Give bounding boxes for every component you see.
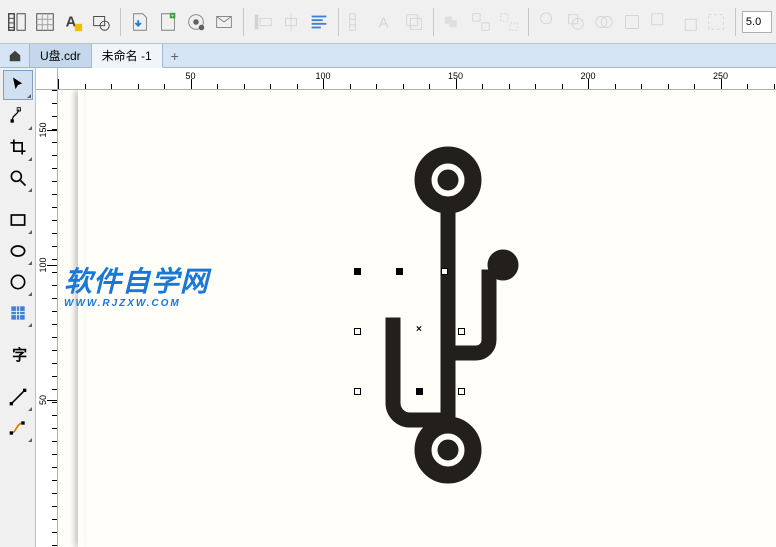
rectangle-tool[interactable] xyxy=(3,205,33,235)
separator xyxy=(433,8,434,36)
separator xyxy=(528,8,529,36)
watermark-logo: 软件自学网 WWW.RJZXW.COM xyxy=(64,260,209,309)
svg-text:+: + xyxy=(171,13,174,19)
svg-text:字: 字 xyxy=(12,346,27,364)
usb-symbol-drawing[interactable] xyxy=(368,140,548,500)
home-icon xyxy=(8,49,22,63)
document-tab-1[interactable]: U盘.cdr xyxy=(30,44,92,67)
selection-handle-ne[interactable] xyxy=(441,268,448,275)
watermark-subtitle: WWW.RJZXW.COM xyxy=(64,298,209,309)
text-tool[interactable]: 字 xyxy=(3,340,33,370)
tab-label: 未命名 -1 xyxy=(102,47,152,64)
bezier-tool[interactable] xyxy=(3,413,33,443)
freehand-tool[interactable] xyxy=(3,382,33,412)
tab-label: U盘.cdr xyxy=(40,47,81,64)
selection-handle-e[interactable] xyxy=(458,328,465,335)
selection-handle-s[interactable] xyxy=(416,388,423,395)
overprint-button[interactable] xyxy=(88,7,114,37)
ungroup-button xyxy=(496,7,522,37)
intersect-button xyxy=(591,7,617,37)
combine-button xyxy=(440,7,466,37)
weld-button xyxy=(535,7,561,37)
boundary-button xyxy=(703,7,729,37)
nudge-value-input[interactable] xyxy=(742,11,772,33)
simplify-button xyxy=(619,7,645,37)
selection-handle-nw[interactable] xyxy=(354,268,361,275)
align-left-button xyxy=(250,7,276,37)
drawing-canvas[interactable]: 软件自学网 WWW.RJZXW.COM xyxy=(58,90,776,547)
home-tab[interactable] xyxy=(0,44,30,67)
back-minus-front-button xyxy=(675,7,701,37)
text-font-button: A xyxy=(373,7,399,37)
align-center-button xyxy=(278,7,304,37)
zoom-tool[interactable] xyxy=(3,163,33,193)
new-tab-button[interactable]: + xyxy=(163,44,187,67)
trim-button xyxy=(563,7,589,37)
property-toolbar: A + A xyxy=(0,0,776,44)
text-direction-button xyxy=(345,7,371,37)
text-wrap-button[interactable]: A xyxy=(60,7,86,37)
document-tab-2[interactable]: 未命名 -1 xyxy=(92,44,163,68)
page-shadow xyxy=(78,90,84,547)
svg-text:A: A xyxy=(379,15,389,31)
layer-button xyxy=(401,7,427,37)
group-button xyxy=(468,7,494,37)
polygon-tool[interactable] xyxy=(3,267,33,297)
horizontal-ruler[interactable]: 50100150200250300 xyxy=(58,68,776,90)
selection-handle-se[interactable] xyxy=(458,388,465,395)
launch-button[interactable] xyxy=(183,7,209,37)
canvas-container: 50100150200250300 15010050 软件自学网 WWW.RJZ… xyxy=(36,68,776,547)
document-tabbar: U盘.cdr 未命名 -1 + xyxy=(0,44,776,68)
vertical-ruler[interactable]: 15010050 xyxy=(36,90,58,547)
toolbox: 字 xyxy=(0,68,36,547)
workarea: 字 50100150200250300 15010050 软件自学网 WWW.R… xyxy=(0,68,776,547)
separator xyxy=(120,8,121,36)
import-button[interactable] xyxy=(127,7,153,37)
ellipse-tool[interactable] xyxy=(3,236,33,266)
text-align-button[interactable] xyxy=(306,7,332,37)
selection-handle-n[interactable] xyxy=(396,268,403,275)
selection-handle-w[interactable] xyxy=(354,328,361,335)
crop-tool[interactable] xyxy=(3,132,33,162)
selection-center[interactable]: × xyxy=(416,324,422,335)
watermark-title: 软件自学网 xyxy=(64,266,209,297)
ruler-origin[interactable] xyxy=(36,68,58,90)
selection-handle-sw[interactable] xyxy=(354,388,361,395)
front-minus-back-button xyxy=(647,7,673,37)
graph-paper-tool[interactable] xyxy=(3,298,33,328)
separator xyxy=(243,8,244,36)
export-button[interactable]: + xyxy=(155,7,181,37)
grid-button[interactable] xyxy=(32,7,58,37)
plus-icon: + xyxy=(171,48,179,64)
separator xyxy=(735,8,736,36)
shape-tool[interactable] xyxy=(3,101,33,131)
pick-tool[interactable] xyxy=(3,70,33,100)
snap-options-button[interactable] xyxy=(4,7,30,37)
envelope-button[interactable] xyxy=(211,7,237,37)
separator xyxy=(338,8,339,36)
